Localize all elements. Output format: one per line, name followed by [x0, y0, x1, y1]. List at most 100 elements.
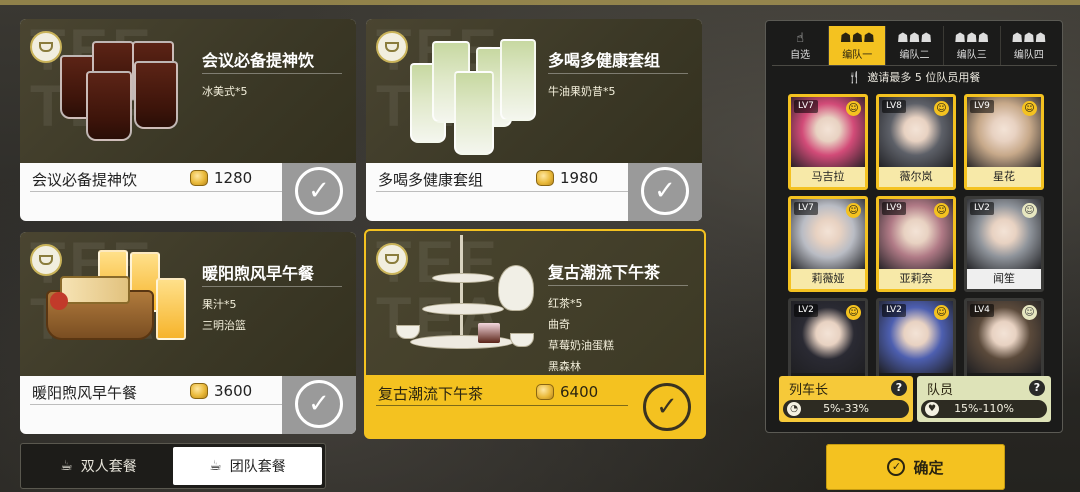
- member-card[interactable]: LV4 ☺: [964, 298, 1044, 376]
- coin-icon: [536, 384, 554, 400]
- member-name: 马吉拉: [791, 167, 865, 187]
- meal-card-image-area: TEETEA 多喝多健康套组 牛油果奶昔*5: [366, 19, 702, 163]
- divider: [376, 191, 628, 192]
- team-tabs: ☝ 自选 ☗☗☗ 编队一 ☗☗☗ 编队二 ☗☗☗ 编队三 ☗☗☗ 编队四: [772, 26, 1057, 66]
- check-circle-icon: ✓: [887, 458, 906, 476]
- select-toggle[interactable]: ✓: [282, 163, 356, 221]
- tab-label: 编队一: [842, 49, 873, 61]
- member-name: 星花: [967, 167, 1041, 187]
- member-name: 薇尔岚: [879, 167, 953, 187]
- meal-item: 冰美式*5: [202, 85, 248, 98]
- meal-price: 1980: [536, 169, 598, 187]
- invite-text: 邀请最多 5 位队员用餐: [867, 71, 981, 84]
- meal-name: 会议必备提神饮: [32, 171, 138, 189]
- tab-label: 编队三: [956, 49, 987, 61]
- divider: [30, 191, 282, 192]
- meal-item: 牛油果奶昔*5: [548, 85, 616, 98]
- price-value: 1280: [214, 169, 253, 187]
- tab-custom[interactable]: ☝ 自选: [772, 26, 830, 65]
- neutral-mood-icon: ☺: [1022, 305, 1037, 320]
- meal-items: 牛油果奶昔*5: [548, 81, 616, 102]
- member-name: 闻笙: [967, 269, 1041, 289]
- meal-card-image-area: TEETEA 会议必备提神饮 冰美式*5: [20, 19, 356, 163]
- bonus-range: ♥ 15%-110%: [921, 400, 1047, 418]
- happy-mood-icon: ☺: [846, 101, 861, 116]
- checkmark-icon: ✓: [643, 383, 691, 431]
- meal-item: 红茶*5: [548, 297, 583, 310]
- member-name: 亚莉奈: [879, 269, 953, 289]
- member-card[interactable]: LV7 ☺ 莉薇娅: [788, 196, 868, 292]
- range-value: 5%-33%: [823, 402, 869, 415]
- role-label: 列车长: [789, 383, 829, 398]
- divider: [202, 286, 342, 287]
- divider: [30, 404, 282, 405]
- meal-card-afternoon-tea[interactable]: TEE TEA 复古潮流下午茶 红茶*5 曲奇 草莓奶油蛋糕 黑森林 复古潮流下午…: [364, 229, 706, 439]
- help-icon[interactable]: ?: [1029, 380, 1045, 396]
- meal-card-healthy-drinks[interactable]: TEETEA 多喝多健康套组 牛油果奶昔*5 多喝多健康套组 1980 ✓: [366, 19, 702, 221]
- confirm-label: 确定: [913, 458, 944, 477]
- meal-card-brunch[interactable]: TEETEA 暖阳煦风早午餐 果汁*5 三明治篮 暖阳煦风早午餐 3600 ✓: [20, 232, 356, 434]
- cutlery-icon: 🍴: [847, 71, 862, 84]
- tab-pair-set[interactable]: ☕ 双人套餐: [24, 447, 173, 485]
- member-level: LV7: [794, 202, 818, 215]
- meal-name: 暖阳煦风早午餐: [32, 384, 138, 402]
- divider: [376, 405, 628, 406]
- meal-card-meeting-drink[interactable]: TEETEA 会议必备提神饮 冰美式*5 会议必备提神饮 1280 ✓: [20, 19, 356, 221]
- gauge-icon: ◔: [787, 402, 801, 416]
- tab-team-set[interactable]: ☕ 团队套餐: [173, 447, 322, 485]
- member-level: LV2: [882, 304, 906, 317]
- tab-team-1[interactable]: ☗☗☗ 编队一: [829, 26, 887, 65]
- tab-label: 团队套餐: [229, 459, 286, 475]
- happy-mood-icon: ☺: [934, 203, 949, 218]
- select-toggle[interactable]: ✓: [282, 376, 356, 434]
- meal-name: 多喝多健康套组: [378, 171, 484, 189]
- set-type-tabs: ☕ 双人套餐 ☕ 团队套餐: [20, 443, 326, 489]
- meal-items: 冰美式*5: [202, 81, 248, 102]
- meal-card-image-area: TEE TEA 复古潮流下午茶 红茶*5 曲奇 草莓奶油蛋糕 黑森林: [366, 231, 704, 375]
- help-icon[interactable]: ?: [891, 380, 907, 396]
- checkmark-icon: ✓: [295, 167, 343, 215]
- member-card[interactable]: LV7 ☺ 马吉拉: [788, 94, 868, 190]
- member-card[interactable]: LV8 ☺ 薇尔岚: [876, 94, 956, 190]
- tab-team-3[interactable]: ☗☗☗ 编队三: [944, 26, 1001, 65]
- meal-item: 三明治篮: [202, 319, 246, 332]
- team-icon: ☗☗☗: [954, 30, 990, 46]
- tab-team-2[interactable]: ☗☗☗ 编队二: [886, 26, 944, 65]
- range-value: 15%-110%: [954, 402, 1014, 415]
- member-level: LV8: [882, 100, 906, 113]
- member-level: LV2: [970, 202, 994, 215]
- meal-item: 曲奇: [548, 318, 570, 331]
- tab-label: 双人套餐: [80, 459, 137, 475]
- team-panel: ☝ 自选 ☗☗☗ 编队一 ☗☗☗ 编队二 ☗☗☗ 编队三 ☗☗☗ 编队四 🍴 邀请…: [765, 20, 1063, 433]
- meal-title: 暖阳煦风早午餐: [202, 264, 315, 283]
- tea-house-badge-icon: [376, 243, 408, 275]
- tea-house-badge-icon: [376, 31, 408, 63]
- member-level: LV9: [882, 202, 906, 215]
- member-name: 莉薇娅: [791, 269, 865, 289]
- coin-icon: [190, 383, 208, 399]
- member-card[interactable]: LV9 ☺ 星花: [964, 94, 1044, 190]
- happy-mood-icon: ☺: [1022, 101, 1037, 116]
- confirm-button[interactable]: ✓ 确定: [826, 444, 1005, 490]
- meal-item: 黑森林: [548, 360, 581, 373]
- price-value: 6400: [560, 383, 599, 401]
- drink-cup-icon: ☕: [60, 458, 73, 474]
- member-card[interactable]: LV2 ☺: [876, 298, 956, 376]
- top-accent-strip: [0, 0, 1080, 5]
- tab-team-4[interactable]: ☗☗☗ 编队四: [1001, 26, 1057, 65]
- select-toggle[interactable]: ✓: [630, 379, 704, 437]
- tea-house-badge-icon: [30, 244, 62, 276]
- coin-icon: [536, 170, 554, 186]
- tab-label: 编队二: [899, 49, 930, 61]
- member-card[interactable]: LV2 ☺ 闻笙: [964, 196, 1044, 292]
- member-level: LV4: [970, 304, 994, 317]
- checkmark-icon: ✓: [641, 167, 689, 215]
- meal-item: 草莓奶油蛋糕: [548, 339, 614, 352]
- happy-mood-icon: ☺: [846, 305, 861, 320]
- member-card[interactable]: LV9 ☺ 亚莉奈: [876, 196, 956, 292]
- select-toggle[interactable]: ✓: [628, 163, 702, 221]
- member-card[interactable]: LV2 ☺: [788, 298, 868, 376]
- meal-price: 1280: [190, 169, 252, 187]
- meal-card-image-area: TEETEA 暖阳煦风早午餐 果汁*5 三明治篮: [20, 232, 356, 376]
- meal-price: 6400: [536, 383, 598, 401]
